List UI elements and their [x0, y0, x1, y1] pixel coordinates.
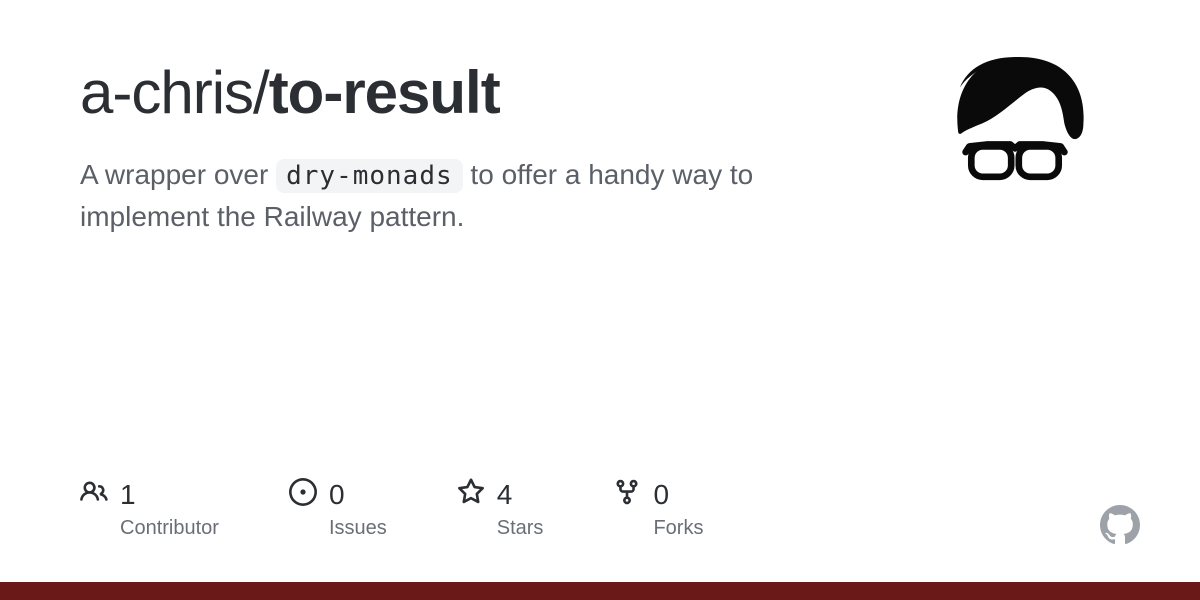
- stat-stars[interactable]: 4 Stars: [457, 478, 544, 540]
- title-separator: /: [253, 59, 269, 126]
- stat-forks-value: 0: [653, 479, 669, 511]
- stat-contributors-label: Contributor: [120, 517, 219, 540]
- repo-owner: a-chris: [80, 59, 253, 126]
- repo-title[interactable]: a-chris/to-result: [80, 60, 830, 126]
- stat-issues-label: Issues: [329, 517, 387, 540]
- stats-row: 1 Contributor 0 Issues 4 Stars: [80, 478, 703, 540]
- repo-description: A wrapper over dry-monads to offer a han…: [80, 154, 830, 238]
- stat-issues-value: 0: [329, 479, 345, 511]
- stat-issues[interactable]: 0 Issues: [289, 478, 387, 540]
- stat-contributors[interactable]: 1 Contributor: [80, 478, 219, 540]
- github-logo-icon[interactable]: [1100, 505, 1140, 550]
- repo-card: a-chris/to-result A wrapper over dry-mon…: [0, 0, 1200, 600]
- header-row: a-chris/to-result A wrapper over dry-mon…: [80, 60, 1120, 238]
- avatar-glasses: [966, 145, 1065, 177]
- issue-icon: [289, 478, 317, 511]
- star-icon: [457, 478, 485, 511]
- text-block: a-chris/to-result A wrapper over dry-mon…: [80, 60, 830, 238]
- stat-forks-label: Forks: [653, 517, 703, 540]
- stat-contributors-value: 1: [120, 479, 136, 511]
- people-icon: [80, 478, 108, 511]
- stat-stars-value: 4: [497, 479, 513, 511]
- avatar[interactable]: [920, 40, 1110, 230]
- description-code: dry-monads: [276, 159, 463, 193]
- stat-forks[interactable]: 0 Forks: [613, 478, 703, 540]
- description-before: A wrapper over: [80, 159, 276, 190]
- repo-name: to-result: [269, 59, 500, 126]
- accent-bar: [0, 582, 1200, 600]
- fork-icon: [613, 478, 641, 511]
- stat-stars-label: Stars: [497, 517, 544, 540]
